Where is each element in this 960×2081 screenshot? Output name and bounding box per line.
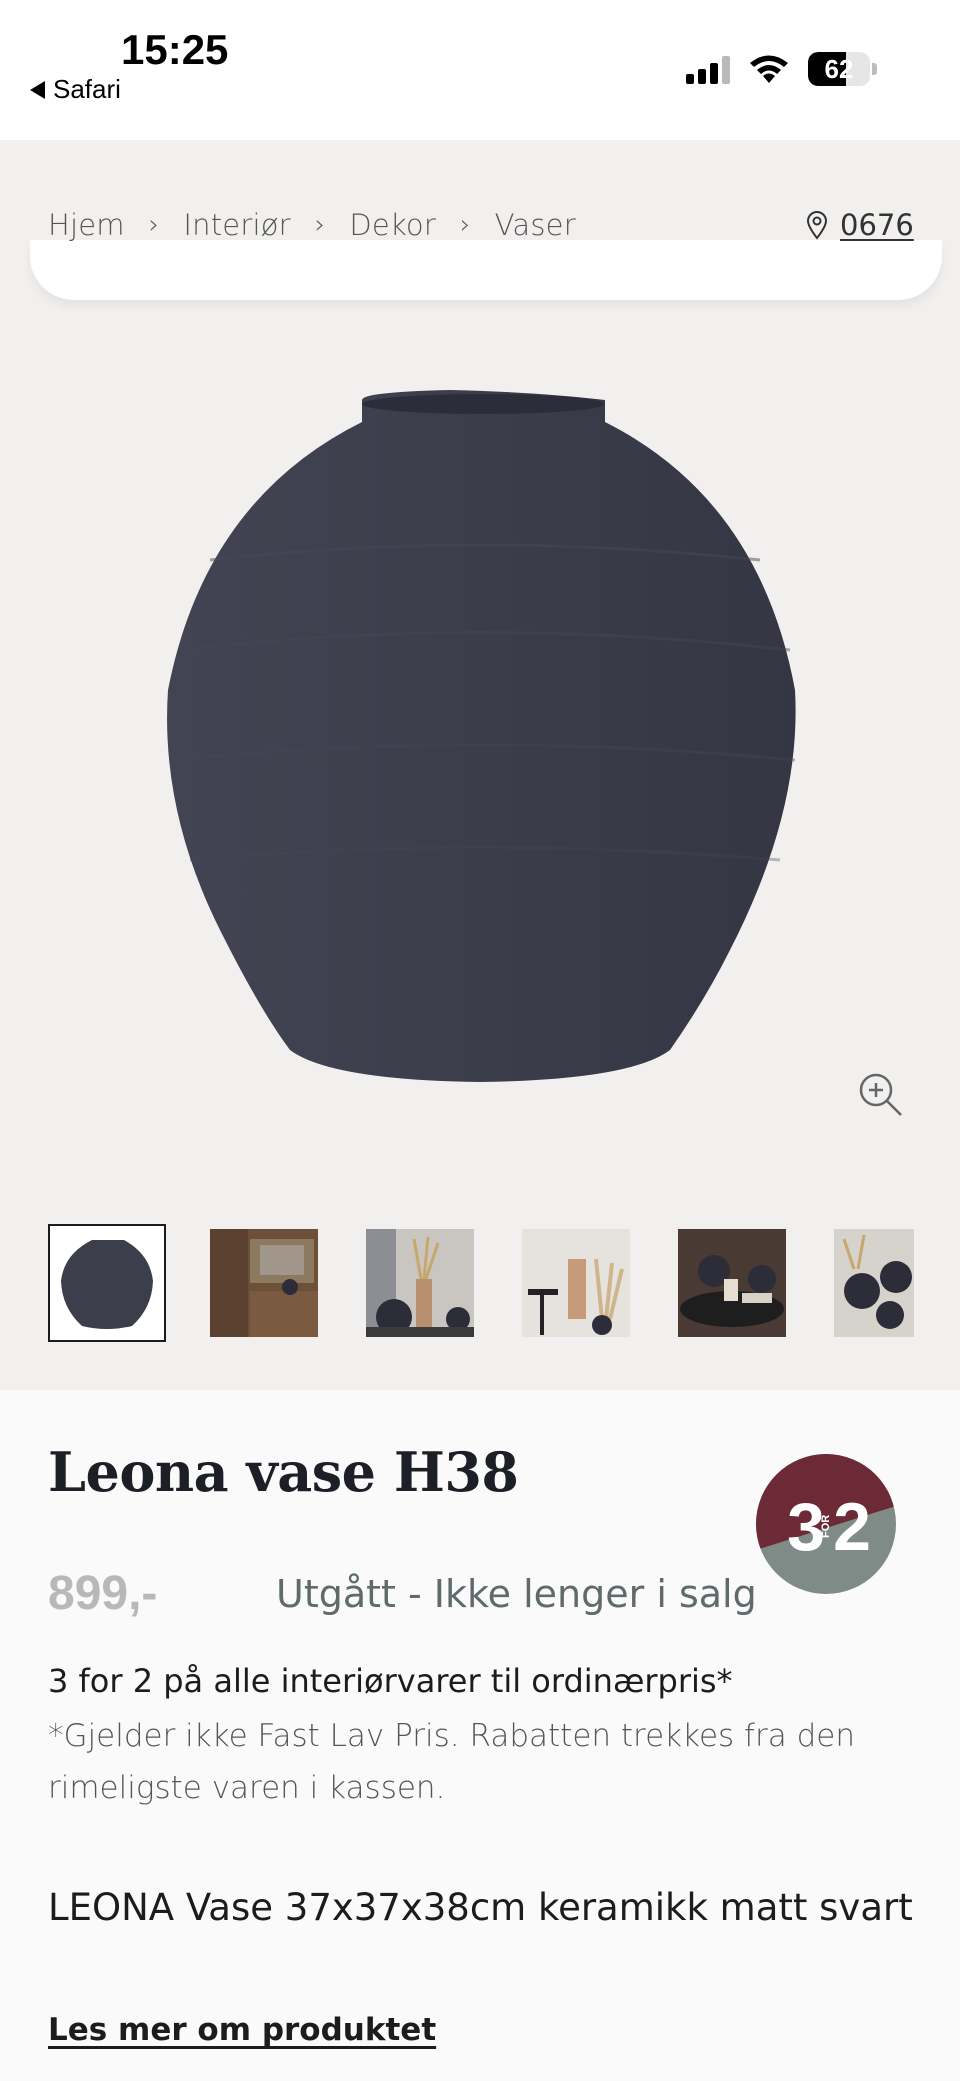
badge-for: FOR [820,1515,832,1538]
back-to-safari[interactable]: Safari [30,74,121,105]
read-more-link[interactable]: Les mer om produktet [48,2012,436,2048]
breadcrumb-item-dekor[interactable]: Dekor [349,208,436,242]
breadcrumb-item-hjem[interactable]: Hjem [48,208,125,242]
thumbnail-4[interactable] [522,1229,630,1337]
status-indicators: 62 [686,52,877,86]
chevron-right-icon: › [459,210,471,240]
product-title: Leona vase H38 [48,1440,519,1504]
badge-right-digit: 2 [833,1489,871,1565]
thumbnail-6[interactable] [834,1229,914,1337]
status-time: 15:25 [121,26,229,73]
battery-icon: 62 [808,52,870,86]
battery-percent: 62 [824,53,854,84]
store-link[interactable]: 0676 [806,208,914,242]
back-arrow-icon [30,80,45,99]
cellular-signal-icon [686,54,730,84]
chevron-right-icon: › [314,210,326,240]
back-label: Safari [53,74,121,104]
promo-note: *Gjelder ikke Fast Lav Pris. Rabatten tr… [48,1718,855,1806]
zoom-in-icon[interactable] [858,1072,904,1118]
breadcrumb-item-vaser[interactable]: Vaser [495,208,576,242]
store-code: 0676 [840,208,914,242]
promo-heading: 3 for 2 på alle interiørvarer til ordinæ… [48,1662,733,1700]
chevron-right-icon: › [148,210,160,240]
status-bar: 15:25 Safari 62 [0,0,960,140]
thumbnail-1[interactable] [48,1224,166,1342]
product-price: 899,- [48,1567,158,1620]
thumbnail-2[interactable] [210,1229,318,1337]
thumbnail-3[interactable] [366,1229,474,1337]
3-for-2-badge: 3 2 FOR [756,1454,896,1594]
product-main-image[interactable] [150,390,810,1090]
breadcrumb: Hjem › Interiør › Dekor › Vaser [48,208,576,242]
breadcrumb-item-interior[interactable]: Interiør [183,208,290,242]
wifi-icon [750,55,788,83]
availability-status: Utgått - Ikke lenger i salg [276,1572,757,1616]
thumbnail-5[interactable] [678,1229,786,1337]
location-pin-icon [806,211,828,240]
product-description: LEONA Vase 37x37x38cm keramikk matt svar… [48,1886,913,1929]
header-card-bottom [30,240,942,300]
